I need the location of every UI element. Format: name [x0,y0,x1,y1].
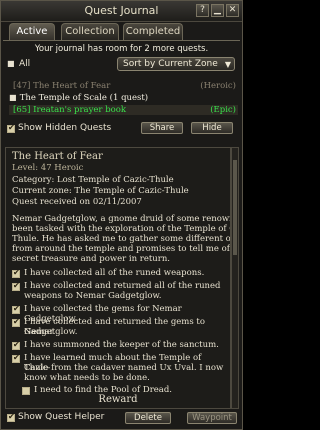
description-line: Nemar Gadgetglow, a gnome druid of some … [12,214,231,224]
title-bar[interactable]: Quest Journal ? ▁ ✕ [1,1,242,22]
objective-check-icon [12,281,20,291]
quest-row-title: [65] Ireatan's prayer book [13,105,127,115]
tab-collection[interactable]: Collection [61,23,119,40]
objective-text: I have collected and returned all of the… [24,281,221,291]
quest-level: Level: 47 Heroic [12,163,84,173]
tab-completed[interactable]: Completed [123,23,183,40]
quest-row-heart-of-fear[interactable]: [47] The Heart of Fear (Heroic) [9,81,238,91]
description-line: been tasked with the exploration of the … [12,224,230,234]
quest-row-tag: (Heroic) [200,81,236,91]
help-icon[interactable]: ? [196,4,209,17]
objective-check-icon [12,268,20,278]
objective-text: I have summoned the keeper of the sanctu… [24,340,219,350]
description-line: secret treasure and power in return. [12,254,171,264]
description-line: Thule. He has asked me to gather some di… [12,234,231,244]
objective-text: weapons to Nemar Gadgetglow. [24,291,162,301]
quest-detail-panel: The Heart of Fear Level: 47 Heroic Categ… [5,147,231,409]
waypoint-button[interactable]: Waypoint [187,412,237,424]
objective-check-icon [12,304,20,314]
show-quest-helper-label: Show Quest Helper [18,412,105,422]
show-hidden-label: Show Hidden Quests [18,123,112,133]
objective-text: Thule from the cadaver named Ux Uval. I … [24,363,224,373]
all-label: All [19,59,31,69]
quest-category-title: The Temple of Scale (1 quest) [19,93,149,103]
sort-select-value: Sort by Current Zone [123,59,218,69]
quest-received: Quest received on 02/11/2007 [12,197,142,207]
sort-select[interactable]: Sort by Current Zone ▼ [117,57,235,71]
reward-heading: Reward [98,394,138,405]
objective-text: I have collected all of the runed weapon… [24,268,205,278]
close-icon[interactable]: ✕ [226,4,239,17]
hide-button[interactable]: Hide [191,122,233,134]
objective-text: know what needs to be done. [24,373,150,383]
detail-scrollbar[interactable] [231,147,239,409]
quest-list-panel: ■ All Sort by Current Zone ▼ [47] The He… [5,56,238,146]
minimize-icon[interactable]: ▁ [211,4,224,17]
collapse-icon[interactable]: ■ [9,94,17,102]
quest-detail-title: The Heart of Fear [12,151,103,162]
chevron-down-icon: ▼ [224,60,231,69]
show-hidden-checkbox[interactable] [7,123,15,133]
scrollbar-thumb[interactable] [233,160,237,255]
delete-button[interactable]: Delete [125,412,171,424]
objective-check-icon [12,353,20,363]
quest-row-prayer-book[interactable]: [65] Ireatan's prayer book (Epic) [9,105,238,115]
quest-category-temple-of-scale[interactable]: ■ The Temple of Scale (1 quest) [9,93,234,103]
objective-check-icon [12,317,20,327]
bottom-bar: Show Quest Helper Delete Waypoint [5,411,238,427]
quest-row-title: [47] The Heart of Fear [13,81,111,91]
tab-divider [3,40,240,41]
quest-row-tag: (Epic) [210,105,236,115]
quest-category: Category: Lost Temple of Cazic-Thule [12,175,174,185]
objective-check-icon [12,340,20,350]
journal-notice: Your journal has room for 2 more quests. [34,44,209,54]
share-button[interactable]: Share [141,122,183,134]
show-quest-helper-checkbox[interactable] [7,412,15,422]
quest-zone: Current zone: The Temple of Cazic-Thule [12,186,189,196]
quest-journal-window: Quest Journal ? ▁ ✕ Active Collection Co… [0,0,243,430]
objectives-list: I have collected all of the runed weapon… [12,268,226,408]
objective-text: Gadgetglow. [24,327,78,337]
tab-active[interactable]: Active [9,23,55,40]
expand-all-icon[interactable]: ■ [7,60,15,68]
description-line: from around the temple and promises to t… [12,244,230,254]
